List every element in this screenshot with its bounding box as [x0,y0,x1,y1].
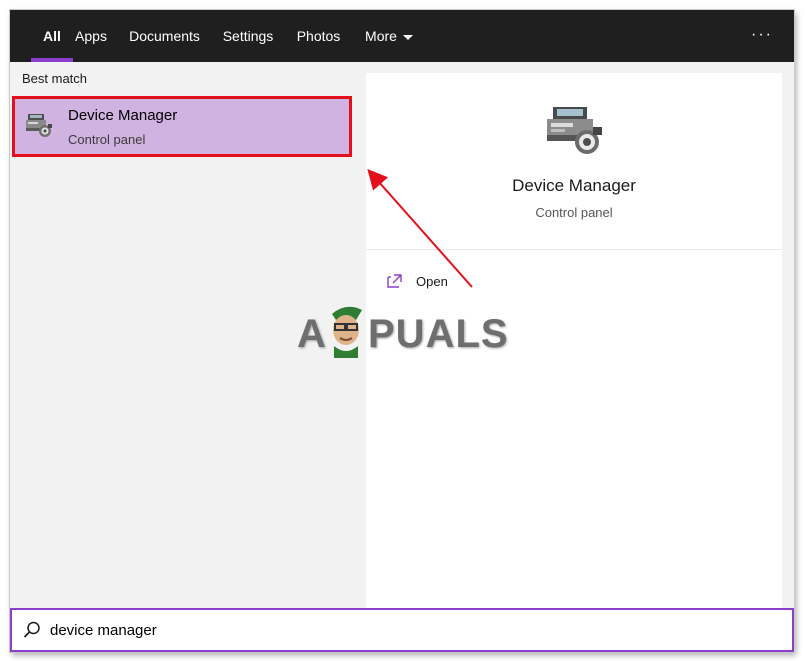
search-filter-bar: All Apps Documents Settings Photos More … [10,10,794,62]
tab-all-label: All [43,28,61,44]
more-options-icon[interactable]: ··· [750,24,774,46]
tab-apps-label: Apps [75,28,107,44]
section-label-best-match: Best match [22,71,88,86]
result-title: Device Manager [68,107,178,124]
chevron-down-icon [402,34,413,40]
tab-more[interactable]: More [360,10,418,62]
open-label: Open [416,273,448,289]
open-action[interactable]: Open [386,266,586,296]
appuals-watermark: A PUALS [290,300,510,360]
tab-documents-label: Documents [129,28,200,44]
tab-documents[interactable]: Documents [127,10,202,62]
tab-all[interactable]: All [31,10,73,62]
result-subtitle: Control panel [68,132,146,147]
mascot-logo-icon [332,306,362,358]
detail-title: Device Manager [512,176,636,195]
result-item-device-manager[interactable]: Device Manager Control panel [12,96,352,157]
detail-subtitle: Control panel [535,205,613,220]
watermark-text-left: A [297,312,327,356]
search-bar[interactable] [10,608,794,652]
search-input[interactable] [50,618,550,642]
tab-settings-label: Settings [222,28,274,44]
tab-more-label: More [365,28,397,44]
open-icon [387,274,402,288]
search-icon [23,621,40,638]
device-manager-icon [26,114,52,137]
divider [366,249,782,250]
tab-photos[interactable]: Photos [295,10,342,62]
tab-photos-label: Photos [296,28,341,44]
tab-apps[interactable]: Apps [72,10,110,62]
device-manager-icon [547,107,602,154]
watermark-text-right: PUALS [368,312,509,356]
tab-settings[interactable]: Settings [221,10,275,62]
